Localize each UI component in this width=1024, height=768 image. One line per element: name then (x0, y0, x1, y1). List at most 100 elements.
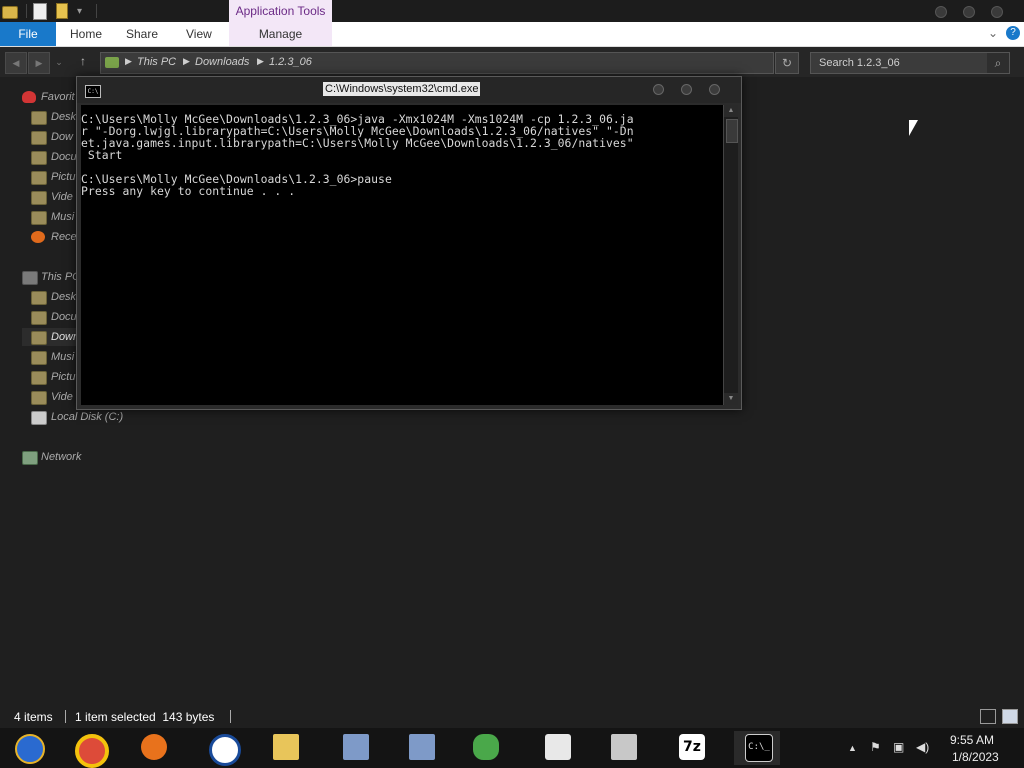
pictures-folder-icon (31, 171, 47, 185)
chevron-down-icon[interactable]: ▾ (77, 6, 93, 22)
tab-home[interactable]: Home (70, 22, 102, 46)
music-folder-icon (31, 351, 47, 365)
help-icon[interactable]: ? (1006, 26, 1020, 40)
cmd-title-bar[interactable]: C:\ C:\Windows\system32\cmd.exe (77, 77, 741, 103)
mouse-cursor-icon (909, 120, 918, 136)
maximize-button[interactable] (963, 6, 975, 18)
taskbar-archive[interactable] (600, 731, 646, 765)
properties-icon[interactable] (33, 3, 47, 20)
sidebar-group-favorites[interactable]: Favorit (41, 91, 75, 103)
show-hidden-icons-chevron-icon[interactable]: ▲ (848, 743, 857, 753)
minimize-button[interactable] (935, 6, 947, 18)
taskbar-chrome[interactable] (64, 731, 110, 768)
search-input[interactable]: Search 1.2.3_06 ⌕ (810, 52, 1010, 74)
tab-manage[interactable]: Manage (229, 22, 332, 46)
tab-view[interactable]: View (186, 22, 212, 46)
setup-icon (343, 734, 369, 760)
scroll-down-arrow-icon[interactable]: ▼ (724, 393, 738, 405)
sidebar-item-music[interactable]: Musi (51, 351, 74, 363)
start-button[interactable] (4, 731, 50, 765)
volume-icon[interactable]: ◀) (916, 740, 929, 754)
divider (230, 710, 231, 723)
videos-folder-icon (31, 391, 47, 405)
console-text: C:\Users\Molly McGee\Downloads\1.2.3_06>… (81, 112, 634, 198)
clock-time[interactable]: 9:55 AM (950, 733, 994, 747)
ribbon: File Home Share View Manage ⌄ ? (0, 22, 1024, 47)
music-folder-icon (31, 211, 47, 225)
up-arrow-icon[interactable]: ↑ (80, 54, 86, 68)
breadcrumb-current-folder[interactable]: 1.2.3_06 (269, 56, 312, 68)
taskbar: 7z C:\_ ▲ ⚑ ▣ ◀) 9:55 AM 1/8/2023 (0, 728, 1024, 768)
breadcrumb-downloads[interactable]: Downloads (195, 56, 249, 68)
recent-locations-icon[interactable]: ⌄ (53, 52, 65, 72)
sidebar-item-videos[interactable]: Vide (51, 191, 73, 203)
sidebar-item-pictures[interactable]: Pictu (51, 171, 75, 183)
java-icon (545, 734, 571, 760)
new-folder-icon[interactable] (56, 3, 68, 19)
sidebar-item-desktop[interactable]: Desk (51, 291, 76, 303)
clock-date[interactable]: 1/8/2023 (952, 750, 999, 764)
tab-file[interactable]: File (0, 22, 56, 46)
tab-share[interactable]: Share (126, 22, 158, 46)
taskbar-7zip[interactable]: 7z (668, 731, 714, 765)
selection-info: 1 item selected 143 bytes (75, 710, 215, 724)
cmd-app-icon[interactable]: C:\ (85, 85, 101, 98)
desktop-folder-icon (31, 291, 47, 305)
cmd-close-button[interactable] (709, 84, 720, 95)
folder-icon (105, 57, 119, 68)
taskbar-installer-2[interactable] (398, 731, 444, 765)
expand-ribbon-icon[interactable]: ⌄ (988, 26, 998, 40)
taskbar-java[interactable] (534, 731, 580, 765)
sidebar-item-documents[interactable]: Docu (51, 151, 77, 163)
large-icons-view-icon[interactable] (1002, 709, 1018, 724)
breadcrumb-this-pc[interactable]: This PC (137, 56, 176, 68)
scroll-up-arrow-icon[interactable]: ▲ (724, 105, 738, 117)
console-scrollbar[interactable]: ▲ ▼ (723, 105, 738, 405)
breadcrumb-separator-icon[interactable]: ▶ (125, 56, 132, 67)
navigation-bar: ◀ ▶ ⌄ ↑ ▶ This PC ▶ Downloads ▶ 1.2.3_06… (0, 47, 1024, 77)
action-center-flag-icon[interactable]: ⚑ (870, 740, 881, 754)
divider (65, 710, 66, 723)
taskbar-file-explorer[interactable] (262, 731, 308, 765)
hard-disk-icon (31, 411, 47, 425)
sidebar-item-videos[interactable]: Vide (51, 391, 73, 403)
documents-folder-icon (31, 311, 47, 325)
network-status-icon[interactable]: ▣ (893, 740, 904, 754)
close-button[interactable] (991, 6, 1003, 18)
sidebar-item-pictures[interactable]: Pictu (51, 371, 75, 383)
application-tools-tab-group: Application Tools (229, 0, 332, 22)
details-view-icon[interactable] (980, 709, 996, 724)
sidebar-item-documents[interactable]: Docu (51, 311, 77, 323)
sidebar-item-downloads[interactable]: Dow (51, 131, 73, 143)
sidebar-item-music[interactable]: Musi (51, 211, 74, 223)
sidebar-item-downloads[interactable]: Down (51, 331, 79, 343)
search-icon[interactable]: ⌕ (987, 53, 1009, 73)
sidebar-group-this-pc[interactable]: This PC (41, 271, 80, 283)
command-prompt-window[interactable]: C:\ C:\Windows\system32\cmd.exe C:\Users… (76, 76, 742, 410)
taskbar-installer-1[interactable] (332, 731, 378, 765)
folder-icon (273, 734, 299, 760)
cmd-minimize-button[interactable] (653, 84, 664, 95)
sidebar-item-local-disk[interactable]: Local Disk (C:) (51, 411, 123, 423)
explorer-title-bar: ▾ Application Tools (0, 0, 1024, 22)
forward-button[interactable]: ▶ (28, 52, 50, 74)
back-button[interactable]: ◀ (5, 52, 27, 74)
campaign-logo-icon (209, 734, 241, 766)
sidebar-item-recent[interactable]: Rece (51, 231, 77, 243)
cmd-maximize-button[interactable] (681, 84, 692, 95)
sidebar-group-network[interactable]: Network (41, 451, 81, 463)
refresh-button[interactable]: ↻ (775, 52, 799, 74)
taskbar-campaign-app[interactable] (198, 731, 244, 766)
breadcrumb-separator-icon[interactable]: ▶ (183, 56, 190, 67)
taskbar-firefox[interactable] (130, 731, 176, 765)
taskbar-messenger[interactable] (462, 731, 508, 765)
console-output-area[interactable]: C:\Users\Molly McGee\Downloads\1.2.3_06>… (81, 105, 723, 405)
address-bar[interactable]: ▶ This PC ▶ Downloads ▶ 1.2.3_06 (100, 52, 774, 74)
7zip-icon: 7z (679, 734, 705, 760)
cmd-window-title: C:\Windows\system32\cmd.exe (323, 82, 481, 96)
breadcrumb-separator-icon[interactable]: ▶ (257, 56, 264, 67)
documents-folder-icon (31, 151, 47, 165)
taskbar-cmd[interactable]: C:\_ (734, 731, 780, 765)
sidebar-item-desktop[interactable]: Desk (51, 111, 76, 123)
scrollbar-thumb[interactable] (726, 119, 738, 143)
